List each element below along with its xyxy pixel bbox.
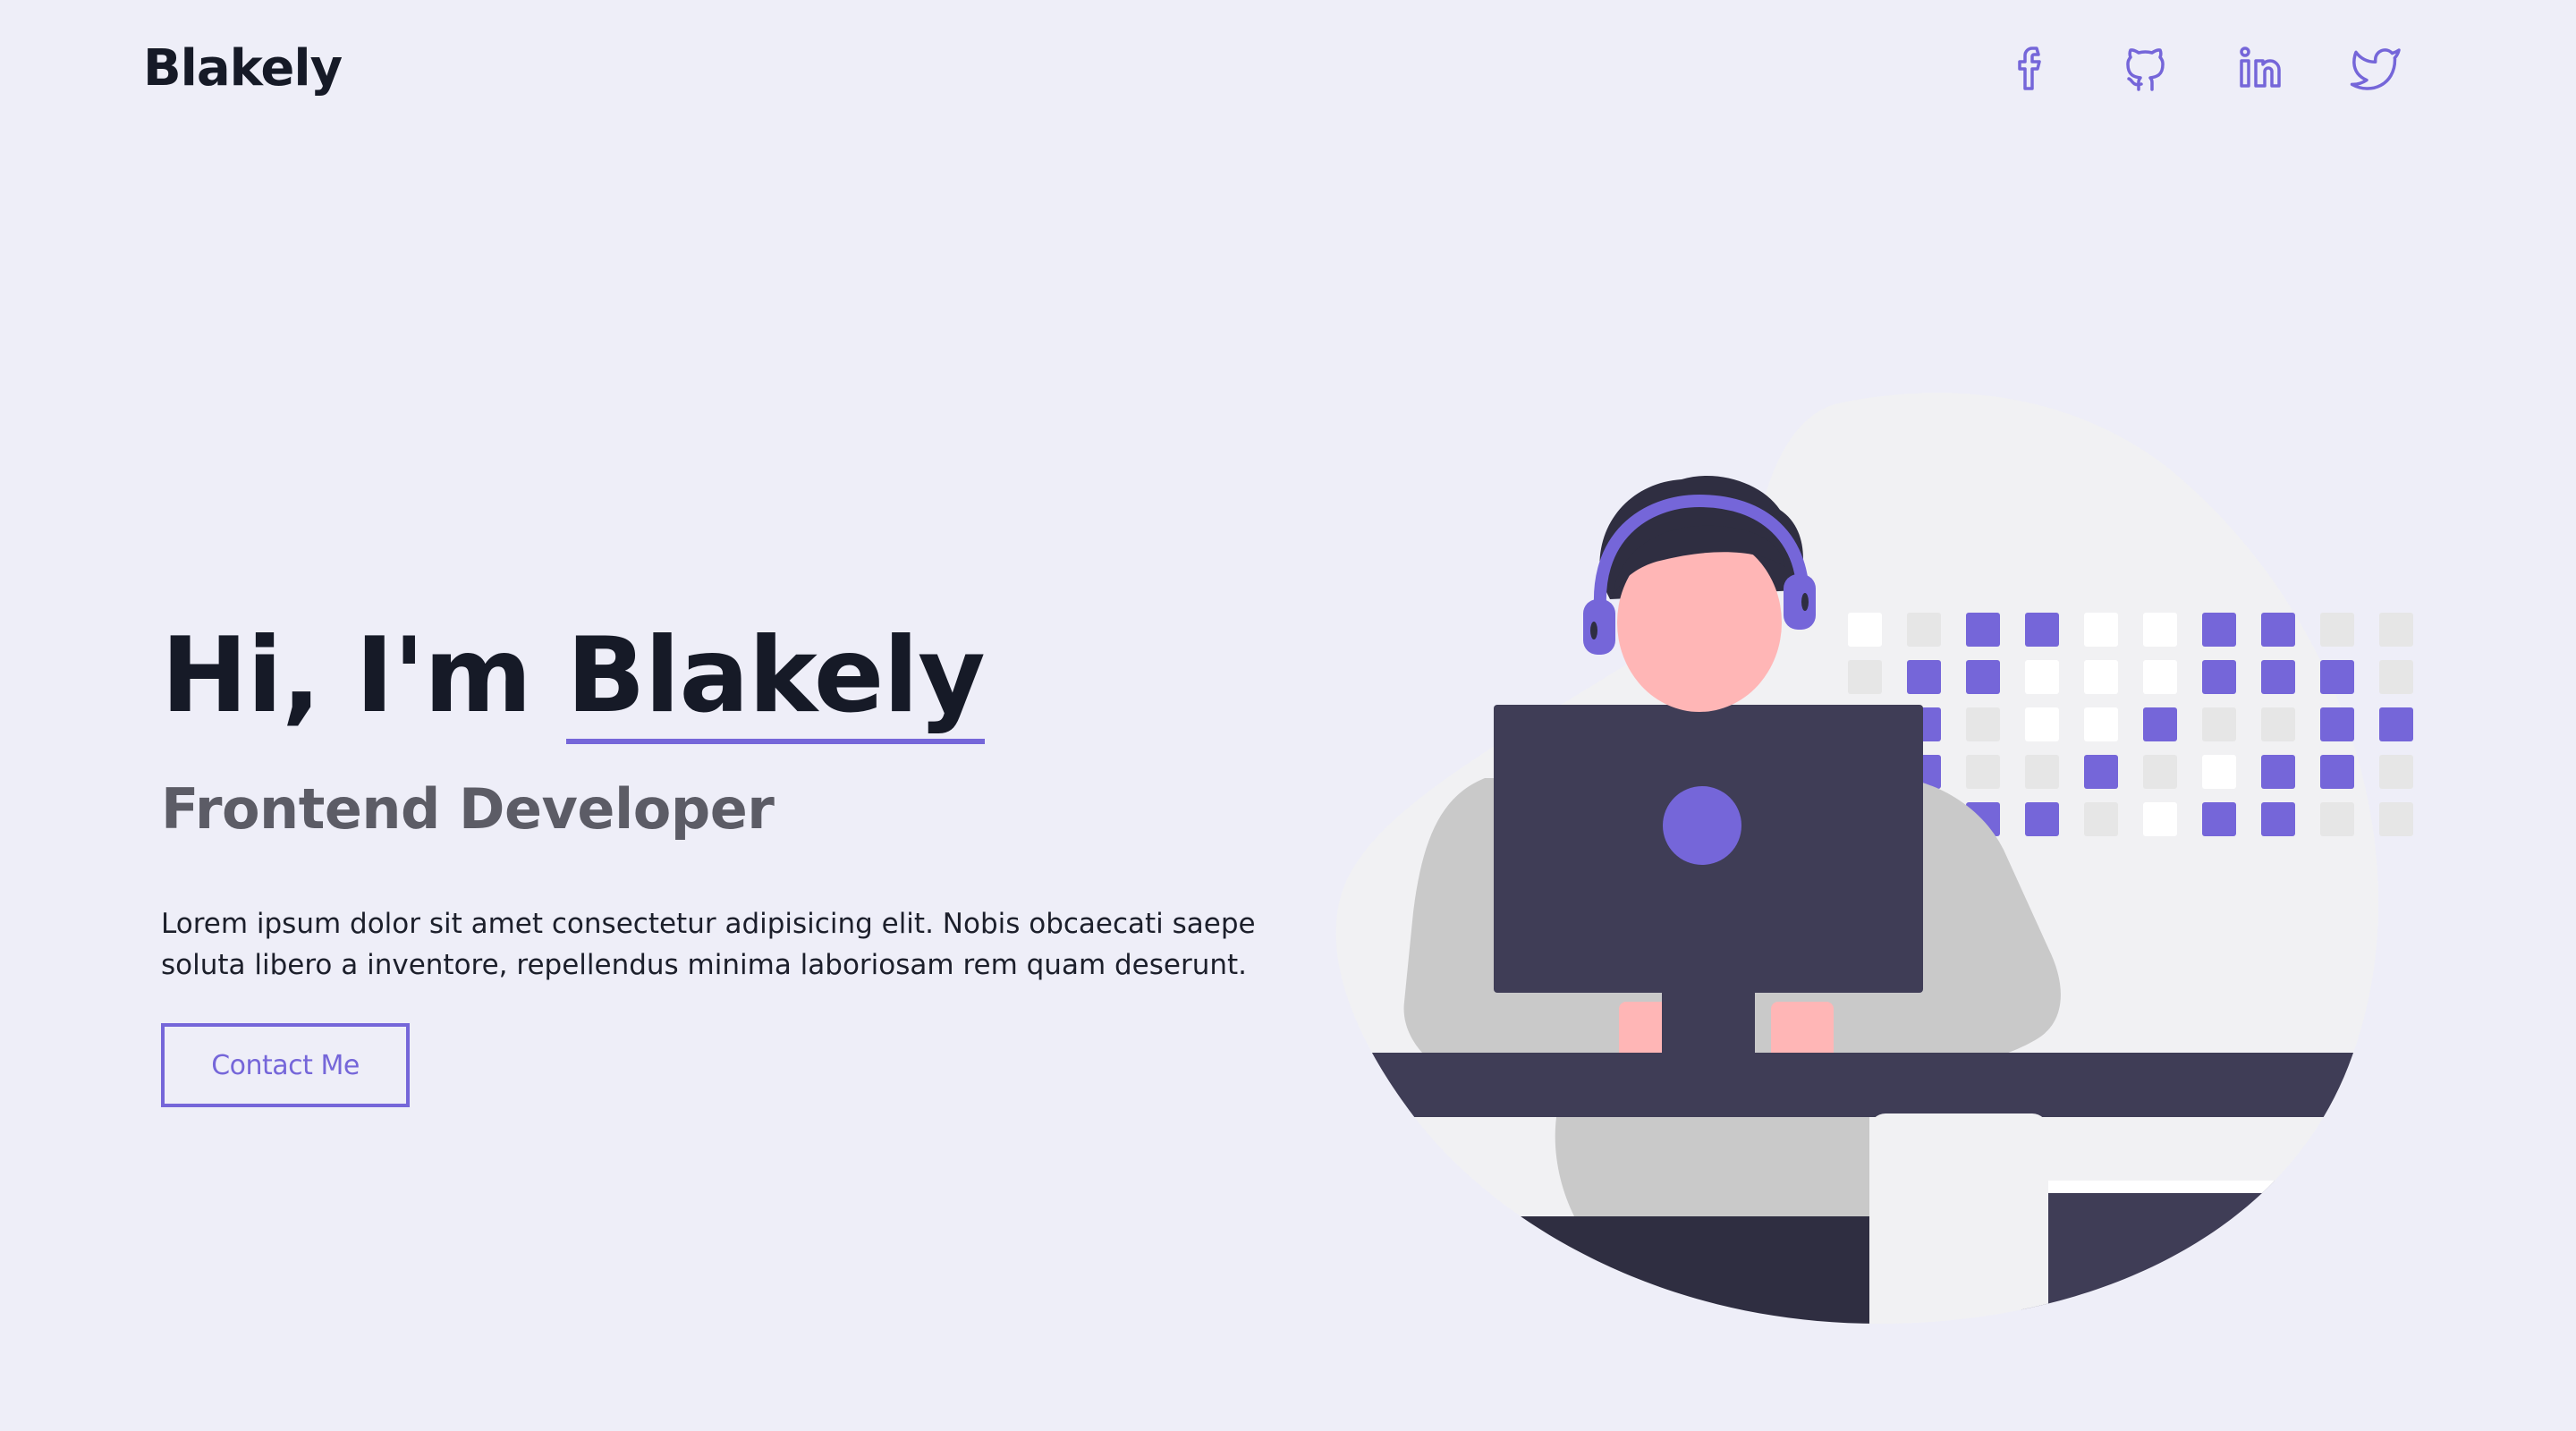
monitor-stand bbox=[1662, 993, 1755, 1055]
grid-square bbox=[2202, 613, 2236, 647]
chair bbox=[1869, 1113, 2048, 1324]
grid-square bbox=[2320, 755, 2354, 789]
desk bbox=[1335, 1053, 2379, 1117]
grid-square bbox=[2084, 755, 2118, 789]
grid-square bbox=[2143, 755, 2177, 789]
linkedin-link[interactable] bbox=[2233, 39, 2290, 97]
grid-square bbox=[1907, 613, 1941, 647]
grid-square bbox=[2261, 755, 2295, 789]
hero-greeting: Hi, I'm bbox=[161, 615, 567, 736]
facebook-link[interactable] bbox=[2004, 39, 2061, 97]
grid-square bbox=[2084, 660, 2118, 694]
grid-square bbox=[2143, 802, 2177, 836]
grid-square bbox=[2025, 660, 2059, 694]
grid-square bbox=[2261, 660, 2295, 694]
hero-role: Frontend Developer bbox=[161, 776, 775, 842]
grid-square bbox=[2025, 755, 2059, 789]
grid-square bbox=[2379, 707, 2413, 741]
grid-square bbox=[2084, 707, 2118, 741]
hero-name: Blakely bbox=[566, 621, 986, 744]
github-icon bbox=[2118, 39, 2175, 97]
grid-square bbox=[2084, 802, 2118, 836]
grid-square bbox=[2261, 802, 2295, 836]
grid-square bbox=[2261, 707, 2295, 741]
grid-square bbox=[2202, 660, 2236, 694]
landing-page: Blakely Hi, I'm Blakely Frontend Develop… bbox=[0, 0, 2576, 1431]
grid-square bbox=[2320, 707, 2354, 741]
person-lap bbox=[1555, 1117, 1869, 1216]
grid-square bbox=[2379, 613, 2413, 647]
grid-square bbox=[1907, 660, 1941, 694]
grid-square bbox=[2143, 613, 2177, 647]
grid-square bbox=[2379, 660, 2413, 694]
grid-square bbox=[2320, 613, 2354, 647]
contact-me-button[interactable]: Contact Me bbox=[161, 1023, 410, 1107]
facebook-icon bbox=[2004, 39, 2061, 97]
headphones-right-cup bbox=[1784, 574, 1816, 630]
monitor-logo bbox=[1663, 786, 1741, 865]
headphones-left-cup bbox=[1583, 599, 1615, 655]
developer-illustration bbox=[1324, 376, 2451, 1342]
grid-square bbox=[1966, 660, 2000, 694]
grid-square bbox=[2143, 707, 2177, 741]
grid-square bbox=[2202, 755, 2236, 789]
grid-square bbox=[2143, 660, 2177, 694]
hero-title: Hi, I'm Blakely bbox=[161, 614, 986, 744]
desk-shelf bbox=[2021, 1181, 2379, 1324]
grid-square bbox=[2202, 802, 2236, 836]
grid-square bbox=[2025, 613, 2059, 647]
grid-square bbox=[1966, 613, 2000, 647]
grid-square bbox=[2025, 802, 2059, 836]
grid-square bbox=[1966, 707, 2000, 741]
grid-square bbox=[2320, 802, 2354, 836]
grid-square bbox=[2379, 802, 2413, 836]
grid-square bbox=[1848, 613, 1882, 647]
twitter-icon bbox=[2347, 39, 2404, 97]
twitter-link[interactable] bbox=[2347, 39, 2404, 97]
linkedin-icon bbox=[2233, 39, 2290, 97]
hero-description: Lorem ipsum dolor sit amet consectetur a… bbox=[161, 908, 1256, 981]
desk-stripe bbox=[2021, 1181, 2379, 1193]
grid-square bbox=[2261, 613, 2295, 647]
site-logo[interactable]: Blakely bbox=[143, 39, 343, 97]
grid-square bbox=[1848, 660, 1882, 694]
social-links bbox=[2004, 39, 2404, 97]
grid-square bbox=[2379, 755, 2413, 789]
grid-square bbox=[2025, 707, 2059, 741]
grid-square bbox=[2320, 660, 2354, 694]
grid-square bbox=[2084, 613, 2118, 647]
grid-square bbox=[2202, 707, 2236, 741]
github-link[interactable] bbox=[2118, 39, 2175, 97]
grid-square bbox=[1966, 755, 2000, 789]
person-legs bbox=[1431, 1216, 1869, 1324]
